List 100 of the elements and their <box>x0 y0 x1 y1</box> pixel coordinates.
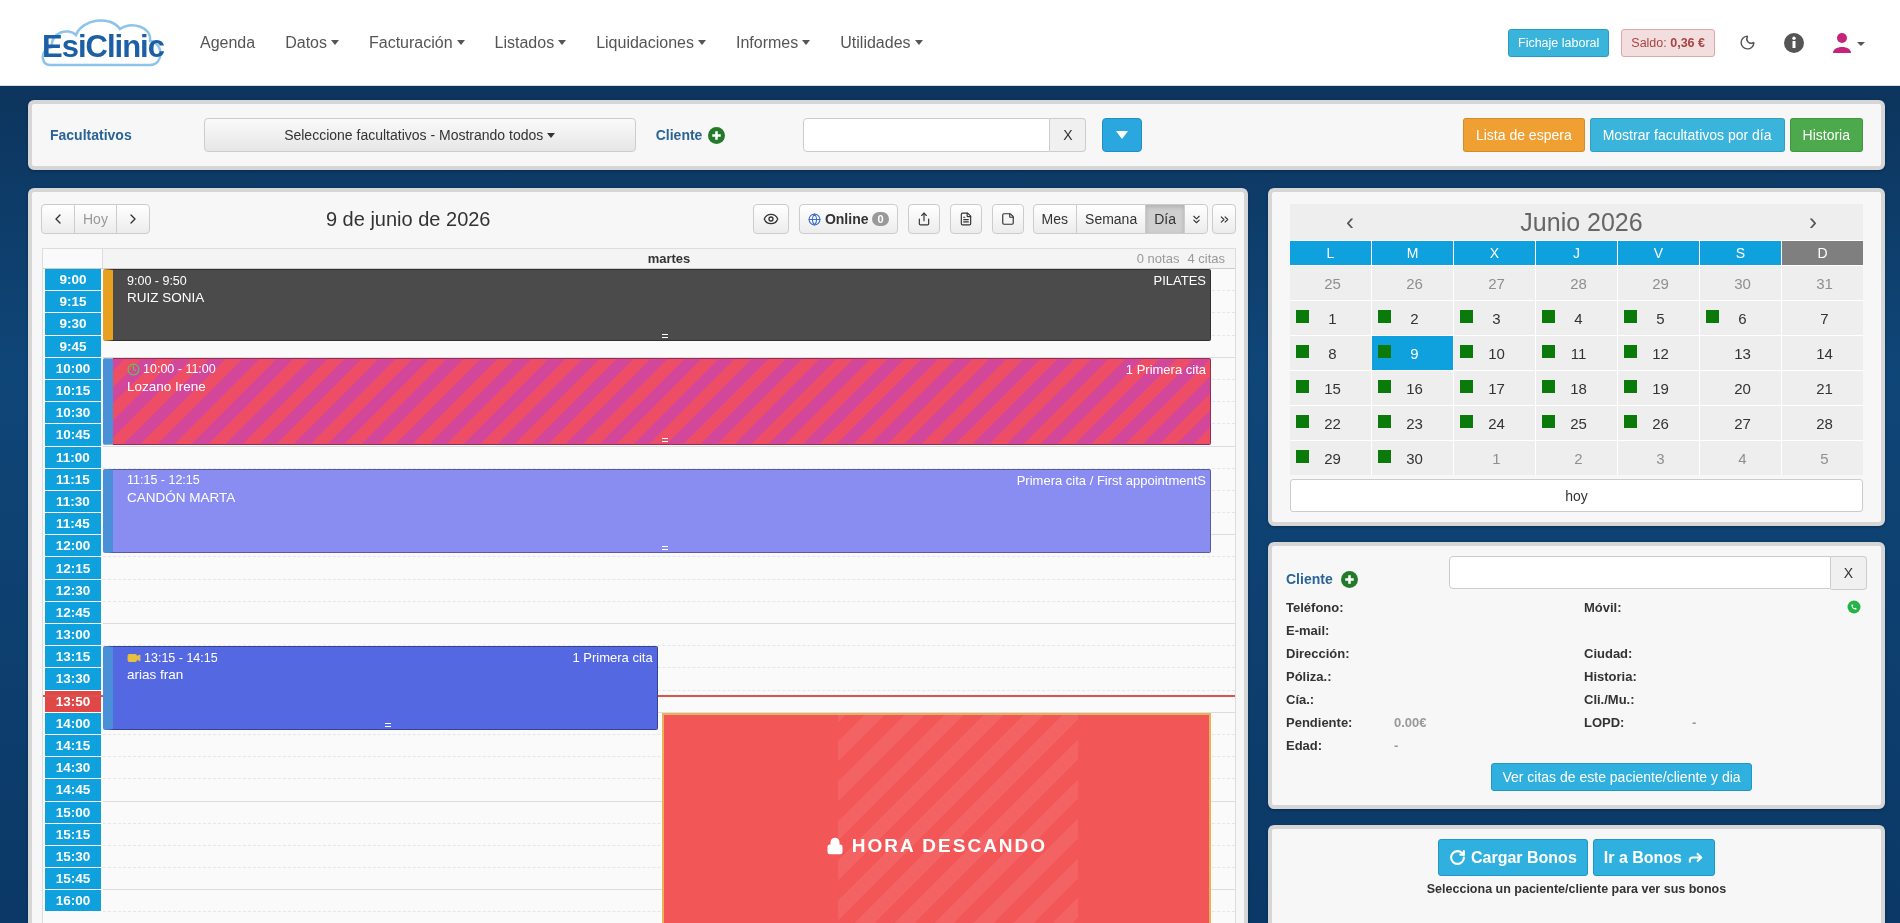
previous-button[interactable] <box>41 204 75 234</box>
chat-icon[interactable] <box>1847 600 1861 614</box>
calendar-day[interactable]: 18 <box>1536 371 1617 405</box>
appointment-block[interactable]: 13:15 - 14:15 1 Primera cita arias fran <box>103 646 658 730</box>
calendar-day[interactable]: 30 <box>1372 441 1453 475</box>
time-slot-label: 13:30 <box>45 668 101 691</box>
calendar-day[interactable]: 15 <box>1290 371 1371 405</box>
time-slot-label: 12:00 <box>45 535 101 558</box>
next-button[interactable] <box>115 204 150 234</box>
time-slot-label: 10:30 <box>45 402 101 425</box>
resize-handle-icon[interactable] <box>661 334 668 339</box>
calendar-day[interactable]: 14 <box>1782 336 1863 370</box>
nav-item[interactable]: Informes <box>736 33 811 52</box>
next-month-button[interactable]: › <box>1803 207 1823 237</box>
note-button[interactable] <box>991 204 1024 234</box>
calendar-day[interactable]: 1 <box>1290 301 1371 335</box>
calendar-day[interactable]: 16 <box>1372 371 1453 405</box>
time-slot-label: 11:15 <box>45 468 101 491</box>
calendar-day[interactable]: 28 <box>1782 406 1863 440</box>
view-tab[interactable]: Día <box>1145 204 1185 234</box>
calendar-day[interactable]: 2 <box>1372 301 1453 335</box>
nav-item[interactable]: Utilidades <box>840 33 923 52</box>
resize-handle-icon[interactable] <box>661 546 668 551</box>
date-title: 9 de junio de 2026 <box>325 207 491 231</box>
view-tab[interactable]: Semana <box>1076 204 1147 234</box>
nav-item[interactable]: Datos <box>285 33 339 52</box>
field-label: Teléfono: <box>1286 600 1345 615</box>
clear-button[interactable]: X <box>1050 118 1087 152</box>
calendar-day[interactable]: 5 <box>1618 301 1699 335</box>
calendar-day[interactable]: 19 <box>1618 371 1699 405</box>
balance-button[interactable]: Saldo: 0,36 € <box>1621 28 1715 57</box>
weekday-header: M <box>1372 241 1453 265</box>
practitioners-label: Facultativos <box>50 127 132 143</box>
time-slot-label: 15:15 <box>45 823 101 846</box>
calendar-day[interactable]: 17 <box>1454 371 1535 405</box>
time-slot-label: 16:00 <box>45 890 101 913</box>
time-slot-label: 14:15 <box>45 734 101 758</box>
eye-button[interactable] <box>752 204 789 234</box>
appointment-type: 1 Primera cita <box>572 650 653 666</box>
add-client-icon[interactable] <box>708 126 726 144</box>
calendar-day[interactable]: 10 <box>1454 336 1535 370</box>
view-tab[interactable]: Mes <box>1032 204 1078 234</box>
time-slot-label: 9:45 <box>45 335 101 358</box>
nav-item[interactable]: Listados <box>494 33 567 52</box>
refresh-icon <box>1449 849 1466 866</box>
nav-item[interactable]: Liquidaciones <box>596 33 706 52</box>
appointment-block[interactable]: 10:00 - 11:00 1 Primera cita Lozano Irene <box>103 357 1211 446</box>
calendar-day[interactable]: 3 <box>1454 301 1535 335</box>
nav-item[interactable]: Agenda <box>200 33 256 52</box>
field-label: E-mail: <box>1286 623 1331 638</box>
eye-icon <box>762 211 779 227</box>
weekday-header: L <box>1290 241 1371 265</box>
today-button[interactable]: hoy <box>1290 479 1863 512</box>
calendar-day[interactable]: 29 <box>1290 441 1371 475</box>
dropdown-button[interactable] <box>1102 118 1143 152</box>
appointments-count: 4 citas <box>1187 251 1225 266</box>
nav-item[interactable]: Facturación <box>368 33 465 52</box>
practitioners-select[interactable]: Seleccione facultativos - Mostrando todos <box>203 118 636 152</box>
resize-handle-icon[interactable] <box>661 438 668 443</box>
field-label: Cía.: <box>1286 692 1316 707</box>
notes-count: 0 notas <box>1136 251 1180 266</box>
document-icon <box>958 212 973 226</box>
client-search-field[interactable] <box>1449 556 1831 589</box>
online-button[interactable]: Online 0 <box>798 204 898 234</box>
calendar-day[interactable]: 20 <box>1700 371 1781 405</box>
pdf-button[interactable] <box>949 204 982 234</box>
calendar-day[interactable]: 8 <box>1290 336 1371 370</box>
calendar-day[interactable]: 25 <box>1536 406 1617 440</box>
calendar-day[interactable]: 26 <box>1618 406 1699 440</box>
resize-handle-icon[interactable] <box>384 722 391 727</box>
time-slot-label: 14:00 <box>45 712 101 735</box>
calendar-day[interactable]: 24 <box>1454 406 1535 440</box>
add-client-icon[interactable] <box>1340 570 1358 588</box>
forward-button[interactable] <box>1212 204 1236 234</box>
weekday-header: J <box>1536 241 1617 265</box>
client-search-field[interactable] <box>803 118 1051 152</box>
calendar-day[interactable]: 7 <box>1782 301 1863 335</box>
share-button[interactable] <box>907 204 940 234</box>
calendar-day[interactable]: 11 <box>1536 336 1617 370</box>
appointment-time: 13:15 - 14:15 <box>127 650 218 665</box>
time-slot-label: 13:15 <box>45 646 101 669</box>
appointment-type: PILATES <box>1153 273 1206 288</box>
time-slot-label: 12:15 <box>45 557 101 580</box>
expand-button[interactable] <box>1184 204 1208 234</box>
time-slot-label: 14:45 <box>45 779 101 802</box>
calendar-day[interactable]: 13 <box>1700 336 1781 370</box>
calendar-day[interactable]: 4 <box>1536 301 1617 335</box>
appointment-block[interactable]: 9:00 - 9:50 PILATES RUIZ SONIA <box>103 269 1211 342</box>
calendar-day[interactable]: 12 <box>1618 336 1699 370</box>
calendar-day[interactable]: 6 <box>1700 301 1781 335</box>
calendar-day[interactable]: 27 <box>1700 406 1781 440</box>
field-label: LOPD: <box>1584 715 1626 730</box>
calendar-day[interactable]: 21 <box>1782 371 1863 405</box>
time-slot-label: 9:00 <box>45 269 101 292</box>
previous-month-button[interactable]: ‹ <box>1340 207 1360 237</box>
field-label: Pendiente: <box>1286 715 1354 730</box>
clear-button[interactable]: X <box>1831 556 1867 590</box>
calendar-day[interactable]: 22 <box>1290 406 1371 440</box>
calendar-day[interactable]: 23 <box>1372 406 1453 440</box>
patient-name: CANDÓN MARTA <box>127 489 237 505</box>
